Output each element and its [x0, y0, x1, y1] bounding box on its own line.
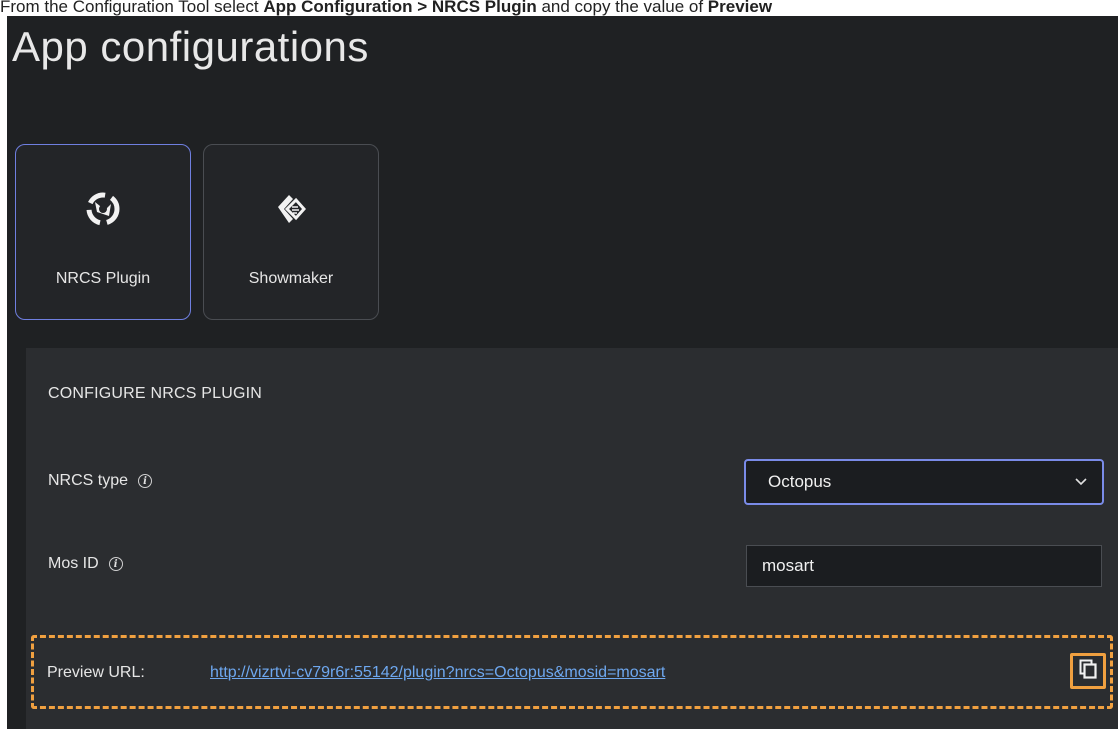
preview-url-label: Preview URL:: [47, 664, 145, 681]
app-tile-label: Showmaker: [248, 270, 334, 287]
showmaker-icon: [271, 189, 311, 229]
app-configurations-screen: App configurations NRCS Plugin Showmaker…: [7, 16, 1118, 729]
section-title: CONFIGURE NRCS PLUGIN: [48, 385, 262, 402]
nrcs-type-select[interactable]: Octopus: [744, 459, 1104, 505]
copy-button[interactable]: [1070, 653, 1106, 689]
chevron-down-icon: [1074, 473, 1088, 491]
app-tile-nrcs-plugin[interactable]: NRCS Plugin: [15, 144, 191, 320]
copy-icon: [1079, 659, 1097, 684]
mos-id-input[interactable]: [746, 545, 1102, 587]
app-tile-label: NRCS Plugin: [55, 270, 151, 287]
nrcs-type-label-text: NRCS type: [48, 472, 129, 489]
nrcs-type-label: NRCS type i: [48, 472, 153, 490]
instruction-middle: and copy the value of: [536, 0, 708, 16]
instruction-path: App Configuration > NRCS Plugin: [263, 0, 537, 16]
mos-id-label-text: Mos ID: [48, 555, 99, 572]
app-tile-showmaker[interactable]: Showmaker: [203, 144, 379, 320]
info-icon[interactable]: i: [108, 557, 123, 571]
nrcs-plugin-icon: [83, 189, 123, 229]
instruction-target: Preview: [707, 0, 773, 16]
nrcs-type-value: Octopus: [768, 472, 832, 491]
app-tiles: NRCS Plugin Showmaker: [15, 144, 379, 320]
mos-id-label: Mos ID i: [48, 555, 123, 573]
preview-url-link[interactable]: http://vizrtvi-cv79r6r:55142/plugin?nrcs…: [210, 664, 665, 682]
instruction-text: From the Configuration Tool select App C…: [0, 0, 1118, 16]
instruction-prefix: From the Configuration Tool select: [0, 0, 264, 16]
page-title: App configurations: [12, 23, 369, 70]
info-icon[interactable]: i: [138, 474, 153, 488]
